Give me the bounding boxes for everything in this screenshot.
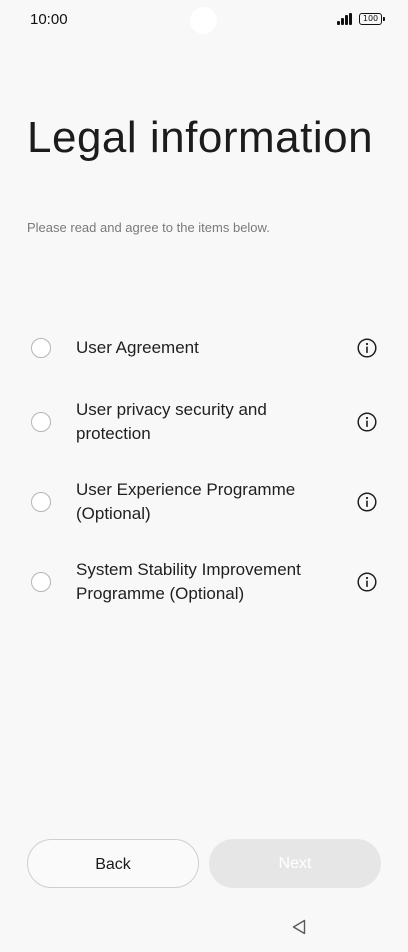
agreement-radio[interactable] xyxy=(31,492,51,512)
agreement-label: User Experience Programme (Optional) xyxy=(76,480,296,523)
agreement-label: User privacy security and protection xyxy=(76,400,267,443)
info-icon[interactable] xyxy=(357,492,377,512)
camera-hole xyxy=(190,7,217,34)
agreement-label: System Stability Improvement Programme (… xyxy=(76,560,301,603)
status-time: 10:00 xyxy=(30,11,68,28)
info-icon[interactable] xyxy=(357,412,377,432)
back-button[interactable]: Back xyxy=(27,839,199,888)
agreement-label: User Agreement xyxy=(76,338,199,357)
page-subtitle: Please read and agree to the items below… xyxy=(27,220,270,235)
info-icon[interactable] xyxy=(357,572,377,592)
agreement-radio[interactable] xyxy=(31,412,51,432)
nav-back-triangle-icon[interactable] xyxy=(291,918,307,936)
next-button[interactable]: Next xyxy=(209,839,381,888)
status-bar: 10:00 100 xyxy=(0,0,408,40)
info-icon[interactable] xyxy=(357,338,377,358)
battery-icon: 100 xyxy=(359,13,385,25)
page-title: Legal information xyxy=(27,113,374,162)
agreement-radio[interactable] xyxy=(31,338,51,358)
signal-icon xyxy=(337,13,354,25)
agreement-radio[interactable] xyxy=(31,572,51,592)
